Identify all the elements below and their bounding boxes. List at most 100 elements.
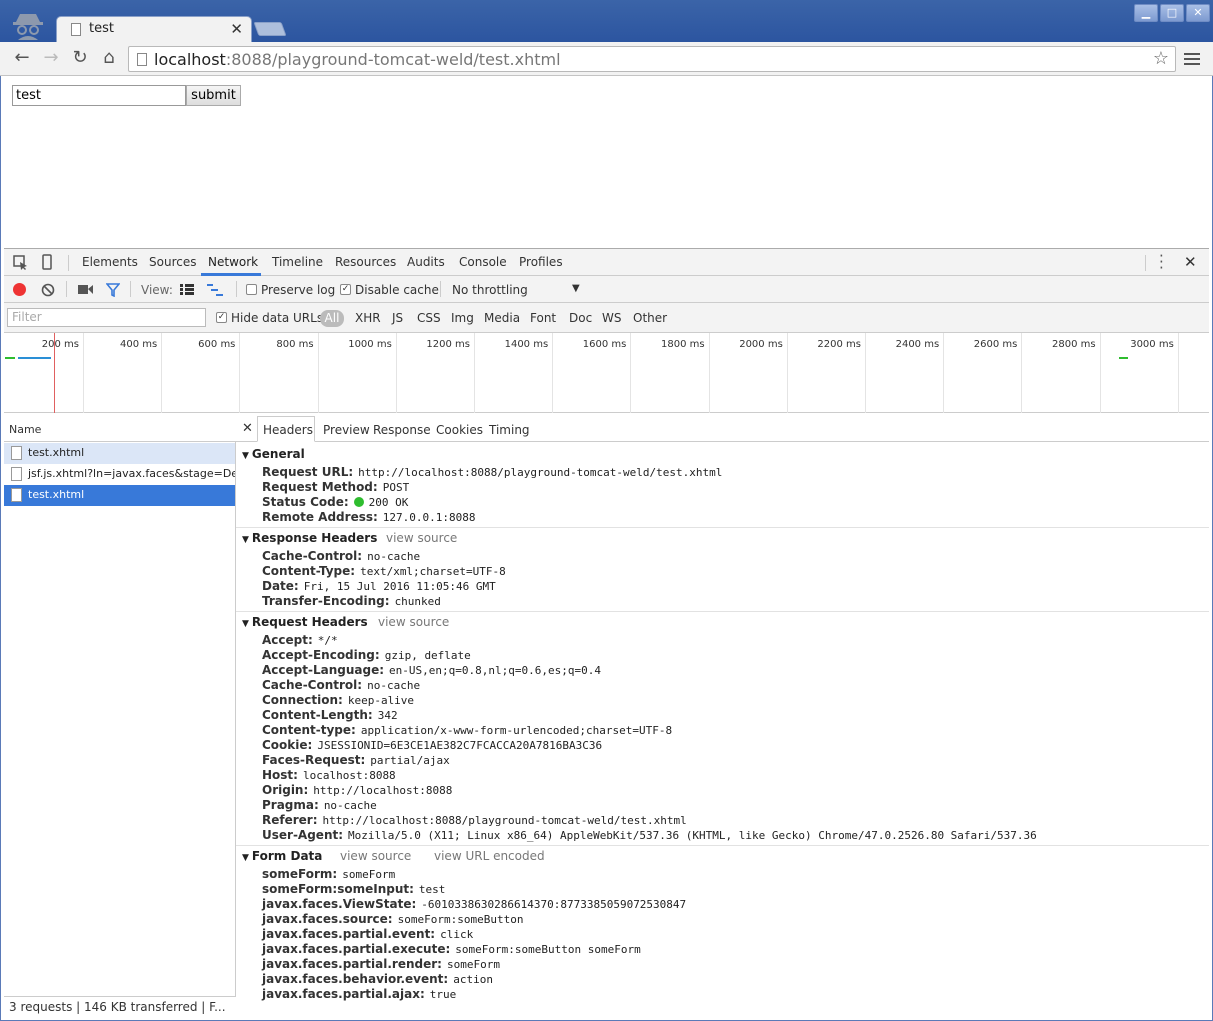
type-filter-xhr[interactable]: XHR bbox=[355, 311, 381, 325]
type-filter-doc[interactable]: Doc bbox=[569, 311, 592, 325]
clear-icon[interactable] bbox=[41, 283, 55, 297]
reload-icon[interactable]: ↻ bbox=[69, 47, 91, 69]
header-value: no-cache bbox=[367, 679, 421, 692]
tab-profiles[interactable]: Profiles bbox=[519, 255, 563, 269]
tab-headers[interactable]: Headers bbox=[263, 423, 313, 437]
expand-triangle-icon[interactable]: ▼ bbox=[242, 451, 249, 461]
timeline-gridline bbox=[708, 333, 710, 413]
tab-resources[interactable]: Resources bbox=[335, 255, 396, 269]
waterfall-icon[interactable] bbox=[207, 284, 223, 296]
request-name: test.xhtml bbox=[28, 488, 85, 501]
type-filter-css[interactable]: CSS bbox=[417, 311, 441, 325]
timeline-tick-label: 1400 ms bbox=[504, 339, 549, 350]
tab-elements[interactable]: Elements bbox=[82, 255, 138, 269]
view-source-link[interactable]: view source bbox=[386, 531, 457, 545]
filter-icon[interactable] bbox=[106, 283, 120, 297]
forward-icon[interactable]: → bbox=[40, 47, 62, 69]
maximize-button[interactable]: □ bbox=[1160, 4, 1184, 22]
view-url-encoded-link[interactable]: view URL encoded bbox=[434, 849, 545, 863]
header-key: Accept-Encoding: bbox=[262, 648, 380, 662]
minimize-button[interactable]: ▁ bbox=[1134, 4, 1158, 22]
header-row: javax.faces.partial.event: click bbox=[262, 927, 473, 941]
submit-button[interactable]: submit bbox=[186, 85, 241, 106]
request-name: test.xhtml bbox=[28, 446, 85, 459]
test-input[interactable] bbox=[12, 85, 186, 106]
section-header-response-headers[interactable]: ▼ Response Headers bbox=[242, 531, 377, 545]
type-filter-media[interactable]: Media bbox=[484, 311, 520, 325]
inspect-element-icon[interactable] bbox=[13, 255, 28, 270]
timeline-overview[interactable]: 200 ms 400 ms 600 ms 800 ms 1000 ms 1200 ms 14… bbox=[4, 333, 1209, 413]
address-bar[interactable]: localhost:8088/playground-tomcat-weld/te… bbox=[128, 46, 1176, 72]
header-row: Request Method: POST bbox=[262, 480, 409, 494]
throttling-select[interactable]: No throttling bbox=[452, 283, 528, 297]
type-filter-img[interactable]: Img bbox=[451, 311, 474, 325]
type-filter-all[interactable]: All bbox=[320, 310, 344, 327]
header-key: javax.faces.partial.ajax: bbox=[262, 987, 425, 1001]
view-source-link[interactable]: view source bbox=[340, 849, 411, 863]
filter-input[interactable]: Filter bbox=[7, 308, 206, 327]
home-icon[interactable]: ⌂ bbox=[98, 47, 120, 69]
type-filter-ws[interactable]: WS bbox=[602, 311, 621, 325]
expand-triangle-icon[interactable]: ▼ bbox=[242, 853, 249, 863]
request-row[interactable]: test.xhtml bbox=[4, 443, 235, 464]
chrome-menu-icon[interactable] bbox=[1184, 50, 1200, 68]
header-value: no-cache bbox=[323, 799, 377, 812]
expand-triangle-icon[interactable]: ▼ bbox=[242, 619, 249, 629]
more-options-icon[interactable]: · · · bbox=[1159, 249, 1164, 276]
header-value: POST bbox=[382, 481, 410, 494]
document-icon bbox=[11, 446, 22, 460]
name-column-header[interactable]: Name bbox=[4, 415, 236, 442]
chevron-down-icon[interactable]: ▼ bbox=[572, 283, 580, 294]
large-rows-icon[interactable] bbox=[180, 284, 194, 295]
tab-cookies[interactable]: Cookies bbox=[436, 423, 483, 437]
header-row: Host: localhost:8088 bbox=[262, 768, 396, 782]
browser-tab[interactable]: test ✕ bbox=[56, 16, 252, 43]
type-filter-font[interactable]: Font bbox=[530, 311, 556, 325]
timeline-gridline bbox=[552, 333, 554, 413]
header-value: http://localhost:8088 bbox=[313, 784, 453, 797]
disable-cache-checkbox[interactable]: ✓ bbox=[340, 284, 351, 295]
header-row: Accept-Encoding: gzip, deflate bbox=[262, 648, 471, 662]
tab-preview[interactable]: Preview bbox=[323, 423, 370, 437]
header-row: Cache-Control: no-cache bbox=[262, 678, 420, 692]
header-row: Content-type: application/x-www-form-urle… bbox=[262, 723, 672, 737]
timeline-tick-label: 200 ms bbox=[41, 339, 79, 350]
header-value: */* bbox=[317, 634, 338, 647]
bookmark-star-icon[interactable]: ☆ bbox=[1153, 48, 1169, 69]
section-header-form-data[interactable]: ▼ Form Data bbox=[242, 849, 322, 863]
type-filter-js[interactable]: JS bbox=[392, 311, 403, 325]
request-row[interactable]: jsf.js.xhtml?ln=javax.faces&stage=Dev... bbox=[4, 464, 235, 485]
view-label: View: bbox=[141, 283, 173, 297]
close-devtools-icon[interactable]: ✕ bbox=[1184, 253, 1197, 271]
header-row: someForm: someForm bbox=[262, 867, 395, 881]
tab-network[interactable]: Network bbox=[208, 255, 258, 269]
device-mode-icon[interactable] bbox=[42, 254, 52, 270]
new-tab-button[interactable] bbox=[253, 22, 287, 36]
hide-data-urls-label: Hide data URLs bbox=[231, 311, 324, 325]
record-icon[interactable] bbox=[13, 283, 26, 296]
section-header-request-headers[interactable]: ▼ Request Headers bbox=[242, 615, 368, 629]
capture-screenshots-icon[interactable] bbox=[78, 284, 93, 295]
section-header-general[interactable]: ▼ General bbox=[242, 447, 305, 461]
timeline-gridline bbox=[943, 333, 945, 413]
tab-response[interactable]: Response bbox=[373, 423, 431, 437]
preserve-log-checkbox[interactable] bbox=[246, 284, 257, 295]
expand-triangle-icon[interactable]: ▼ bbox=[242, 535, 249, 545]
timeline-gridline bbox=[786, 333, 788, 413]
tab-timeline[interactable]: Timeline bbox=[272, 255, 323, 269]
timeline-gridline bbox=[395, 333, 397, 413]
header-key: Request URL: bbox=[262, 465, 354, 479]
type-filter-other[interactable]: Other bbox=[633, 311, 667, 325]
request-row[interactable]: test.xhtml bbox=[4, 485, 235, 506]
view-source-link[interactable]: view source bbox=[378, 615, 449, 629]
hide-data-urls-checkbox[interactable]: ✓ bbox=[216, 312, 227, 323]
close-tab-icon[interactable]: ✕ bbox=[230, 20, 243, 38]
tab-sources[interactable]: Sources bbox=[149, 255, 196, 269]
tab-audits[interactable]: Audits bbox=[407, 255, 445, 269]
close-window-button[interactable]: ✕ bbox=[1186, 4, 1210, 22]
tab-timing[interactable]: Timing bbox=[489, 423, 530, 437]
back-icon[interactable]: ← bbox=[11, 47, 33, 69]
tab-console[interactable]: Console bbox=[459, 255, 507, 269]
close-details-icon[interactable]: ✕ bbox=[242, 421, 253, 436]
timeline-tick-label: 800 ms bbox=[276, 339, 314, 350]
